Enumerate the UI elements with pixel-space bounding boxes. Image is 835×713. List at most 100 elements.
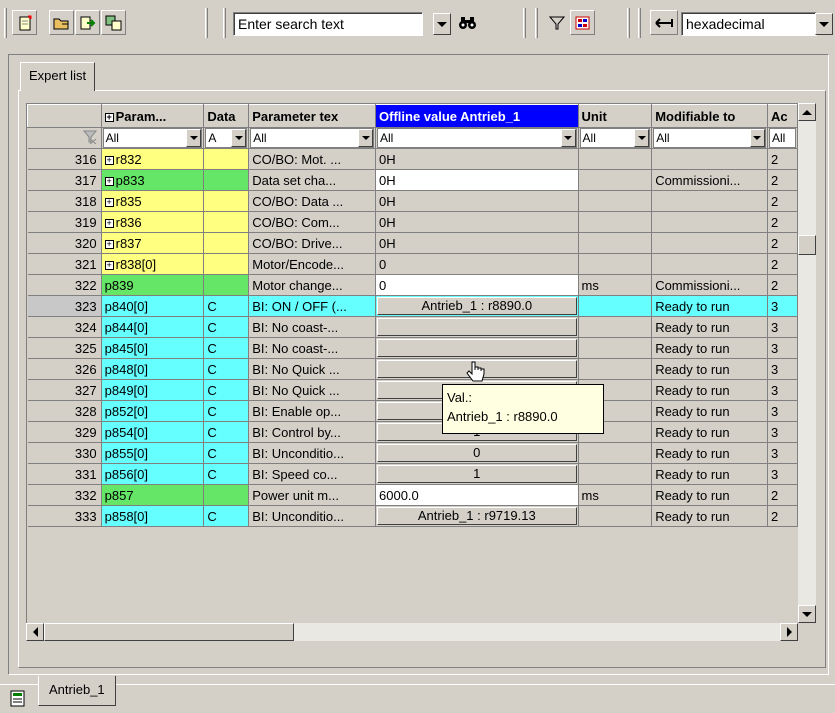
row-number[interactable]: 327 [27,379,102,401]
expand-plus-icon[interactable]: + [104,176,114,186]
access-cell[interactable]: 3 [767,400,798,422]
unit-cell[interactable] [578,505,653,527]
parameter-text-cell[interactable]: Motor/Encode... [248,253,377,275]
modifiable-cell[interactable]: Ready to run [651,505,768,527]
offline-value-cell[interactable]: 0H [375,232,579,254]
table-row[interactable]: 327p849[0]CBI: No Quick ...1Ready to run… [27,379,798,401]
table-row[interactable]: 333 p858[0] C BI: Unconditio... Antrieb_1 : … [27,505,798,527]
table-row[interactable]: 319 + r836 CO/BO: Com... 0H 2 [27,211,798,233]
display-mode-dropdown-button[interactable] [815,13,833,35]
row-number[interactable]: 329 [27,421,102,443]
filter-unit[interactable]: All [578,127,653,149]
column-header-modifiable[interactable]: Modifiable to [651,104,768,128]
scroll-thumb[interactable] [798,235,816,255]
unit-cell[interactable] [578,169,653,191]
row-number[interactable]: 333 [27,505,102,527]
modifiable-cell[interactable]: Ready to run [651,463,768,485]
scroll-left-button[interactable] [26,623,44,641]
expand-plus-icon[interactable]: + [104,218,114,228]
parameter-cell[interactable]: + r838[0] [101,253,205,275]
table-row[interactable]: 332 p857 Power unit m... 6000.0 ms Ready to r… [27,484,798,506]
parameter-cell[interactable]: + p833 [101,169,205,191]
parameter-text-cell[interactable]: CO/BO: Com... [248,211,377,233]
offline-value-cell[interactable]: 0H [375,211,579,233]
offline-value-cell[interactable]: Antrieb_1 : r9719.13 [375,505,579,527]
modifiable-cell[interactable]: Ready to run [651,358,768,380]
row-number[interactable]: 320 [27,232,102,254]
offline-value-cell[interactable]: 6000.0 [375,484,579,506]
access-cell[interactable]: 3 [767,358,798,380]
row-number[interactable]: 317 [27,169,102,191]
parameter-text-cell[interactable]: Power unit m... [248,484,377,506]
parameter-text-cell[interactable]: BI: No Quick ... [248,358,377,380]
value-button[interactable]: Antrieb_1 : r8890.0 [377,297,577,315]
table-row[interactable]: 324 p844[0] C BI: No coast-... Ready to run 3 [27,316,798,338]
data-cell[interactable] [203,274,250,296]
unit-cell[interactable] [578,211,653,233]
data-cell[interactable]: C [203,463,250,485]
table-row[interactable]: 330 p855[0] C BI: Unconditio... 0 Ready to ru… [27,442,798,464]
offline-value-cell[interactable] [375,337,579,359]
value-button[interactable]: 1 [377,465,577,483]
modifiable-cell[interactable] [651,211,768,233]
column-header-data[interactable]: Data [203,104,250,128]
row-number[interactable]: 321 [27,253,102,275]
parameter-cell[interactable]: + r835 [101,190,205,212]
vertical-scrollbar[interactable] [798,103,816,623]
column-header-parameter-text[interactable]: Parameter tex [248,104,377,128]
modifiable-cell[interactable]: Commissioni... [651,169,768,191]
scroll-thumb[interactable] [44,623,294,641]
parameter-cell[interactable]: p858[0] [101,505,205,527]
parameter-text-cell[interactable]: CO/BO: Mot. ... [248,148,377,170]
horizontal-scrollbar[interactable] [26,623,798,641]
expand-plus-icon[interactable]: + [104,112,114,122]
data-cell[interactable]: C [203,400,250,422]
column-header-parameter[interactable]: + Param... [100,104,205,128]
unit-cell[interactable] [578,463,653,485]
display-mode-select[interactable]: hexadecimal [681,12,817,36]
table-row[interactable]: 322 p839 Motor change... 0 ms Commissioni... 2 [27,274,798,296]
table-row[interactable]: 321 + r838[0] Motor/Encode... 0 2 [27,253,798,275]
table-row[interactable]: 325 p845[0] C BI: No coast-... Ready to run 3 [27,337,798,359]
table-row[interactable]: 331 p856[0] C BI: Speed co... 1 Ready to run 3 [27,463,798,485]
modifiable-cell[interactable] [651,148,768,170]
access-cell[interactable]: 3 [767,442,798,464]
parameter-text-cell[interactable]: BI: No coast-... [248,316,377,338]
expand-plus-icon[interactable]: + [104,260,114,270]
parameter-text-cell[interactable]: BI: Control by... [248,421,377,443]
offline-value-cell[interactable]: 0H [375,169,579,191]
unit-cell[interactable]: ms [578,484,653,506]
table-row[interactable]: 318 + r835 CO/BO: Data ... 0H 2 [27,190,798,212]
modifiable-cell[interactable] [651,190,768,212]
table-row[interactable]: 320 + r837 CO/BO: Drive... 0H 2 [27,232,798,254]
parameter-cell[interactable]: p857 [101,484,205,506]
parameter-cell[interactable]: p848[0] [101,358,205,380]
row-number[interactable]: 316 [27,148,102,170]
row-number[interactable]: 319 [27,211,102,233]
parameter-cell[interactable]: p854[0] [101,421,205,443]
offline-value-cell[interactable]: 0 [375,253,579,275]
modifiable-cell[interactable]: Ready to run [651,316,768,338]
modifiable-cell[interactable]: Ready to run [651,400,768,422]
column-header-access[interactable]: Ac [766,104,798,128]
column-header-offline-value[interactable]: Offline value Antrieb_1 [375,104,579,128]
modifiable-cell[interactable] [651,253,768,275]
access-cell[interactable]: 2 [767,169,798,191]
data-cell[interactable]: C [203,295,250,317]
parameter-text-cell[interactable]: BI: No coast-... [248,337,377,359]
unit-cell[interactable] [578,442,653,464]
access-cell[interactable]: 2 [767,190,798,212]
modifiable-cell[interactable]: Ready to run [651,337,768,359]
modifiable-cell[interactable]: Ready to run [651,379,768,401]
open-folder-icon[interactable] [49,10,74,35]
row-number[interactable]: 328 [27,400,102,422]
unit-cell[interactable] [578,253,653,275]
parameter-text-cell[interactable]: BI: ON / OFF (... [248,295,377,317]
filter-offline-value[interactable]: All [375,127,579,149]
data-cell[interactable] [203,211,250,233]
modifiable-cell[interactable] [651,232,768,254]
parameter-text-cell[interactable]: Motor change... [248,274,377,296]
filter-access[interactable]: All [767,127,798,149]
row-number[interactable]: 324 [27,316,102,338]
expand-plus-icon[interactable]: + [104,197,114,207]
